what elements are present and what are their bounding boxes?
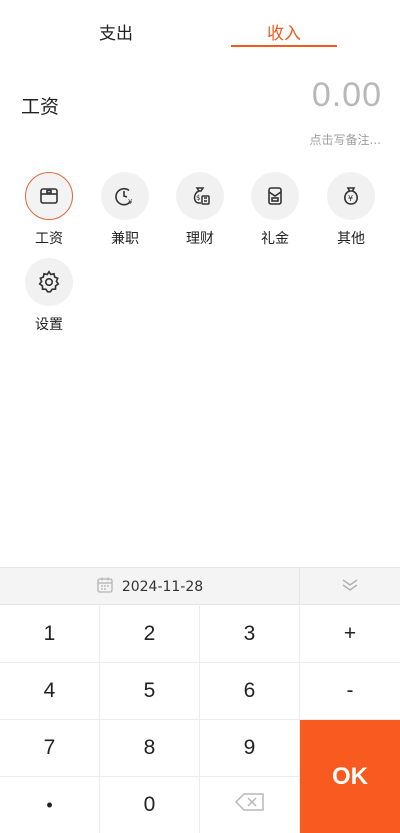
key-2[interactable]: 2: [100, 606, 200, 663]
wallet-icon: [25, 172, 73, 220]
date-bar: 2024-11-28: [0, 567, 400, 605]
money-bag-icon: $: [176, 172, 224, 220]
key-8[interactable]: 8: [100, 720, 200, 777]
svg-text:$: $: [196, 194, 200, 202]
svg-text:¥: ¥: [348, 194, 353, 203]
key-6[interactable]: 6: [200, 663, 300, 720]
type-tabs: 支出 收入: [0, 0, 400, 50]
double-chevron-down-icon: [340, 577, 360, 597]
date-text: 2024-11-28: [121, 579, 204, 595]
svg-text:¥: ¥: [128, 198, 133, 206]
collapse-keypad-button[interactable]: [299, 568, 400, 605]
category-label: 理财: [186, 231, 214, 247]
backspace-key[interactable]: [200, 777, 300, 833]
category-label: 其他: [337, 231, 365, 247]
key-4[interactable]: 4: [0, 663, 100, 720]
memo-input[interactable]: 点击写备注...: [310, 131, 381, 148]
key-1[interactable]: 1: [0, 606, 100, 663]
yen-bag-icon: ¥: [327, 172, 375, 220]
tab-expense[interactable]: 支出: [61, 19, 171, 44]
key-plus[interactable]: +: [300, 606, 400, 663]
calendar-icon: [96, 576, 114, 598]
category-settings[interactable]: 设置: [19, 258, 79, 334]
key-7[interactable]: 7: [0, 720, 100, 777]
category-gift[interactable]: 礼金: [245, 172, 305, 248]
date-picker-button[interactable]: 2024-11-28: [0, 568, 299, 606]
key-5[interactable]: 5: [100, 663, 200, 720]
category-other[interactable]: ¥ 其他: [321, 172, 381, 248]
category-salary[interactable]: 工资: [19, 172, 79, 248]
category-label: 工资: [35, 231, 63, 247]
key-0[interactable]: 0: [100, 777, 200, 833]
key-9[interactable]: 9: [200, 720, 300, 777]
category-finance[interactable]: $ 理财: [170, 172, 230, 248]
clock-yen-icon: ¥: [101, 172, 149, 220]
gift-envelope-icon: [251, 172, 299, 220]
amount-display: 0.00: [311, 76, 382, 114]
backspace-icon: [234, 792, 266, 818]
ok-button[interactable]: OK: [300, 720, 400, 833]
key-minus[interactable]: -: [300, 663, 400, 720]
key-3[interactable]: 3: [200, 606, 300, 663]
category-label: 设置: [35, 317, 63, 333]
gear-icon: [25, 258, 73, 306]
category-parttime[interactable]: ¥ 兼职: [95, 172, 155, 248]
selected-category-label: 工资: [21, 96, 60, 118]
category-label: 兼职: [111, 231, 139, 247]
category-label: 礼金: [261, 231, 289, 247]
key-decimal[interactable]: •: [0, 777, 100, 833]
active-tab-indicator: [231, 45, 337, 47]
tab-income[interactable]: 收入: [229, 19, 339, 44]
